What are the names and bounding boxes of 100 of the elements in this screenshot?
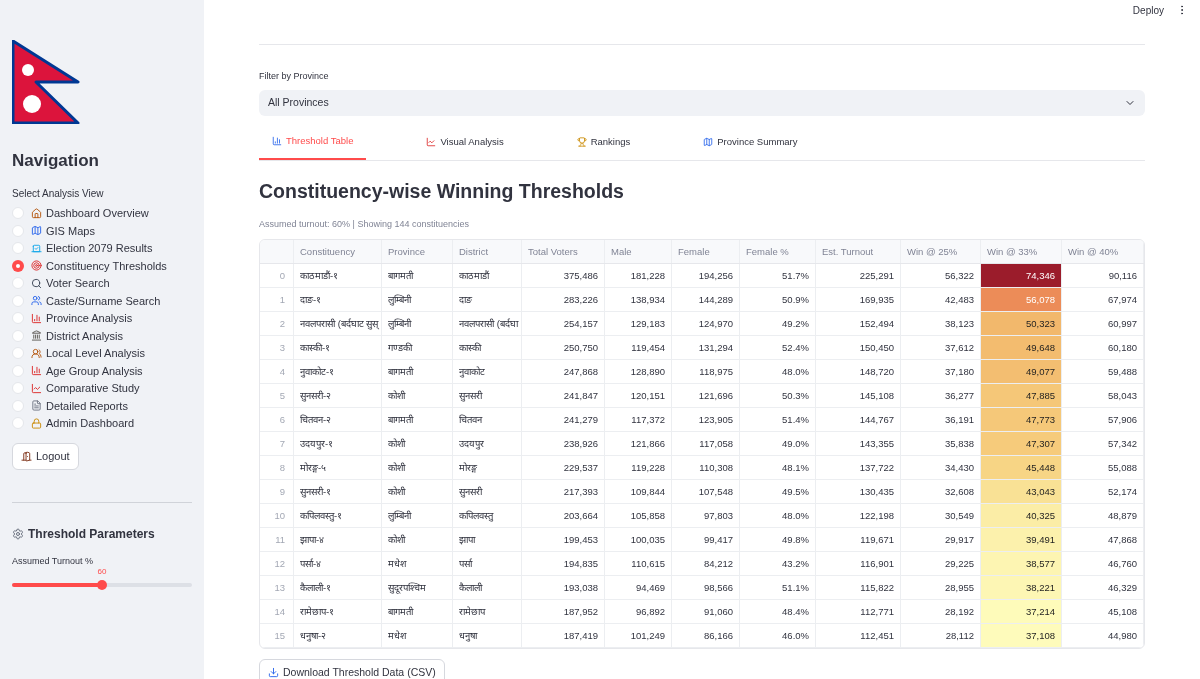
table-cell: 119,454 <box>605 336 672 360</box>
nav-radio-item[interactable]: Age Group Analysis <box>12 362 192 380</box>
table-cell: 119,671 <box>816 528 901 552</box>
table-cell: 52.4% <box>740 336 816 360</box>
nav-radio-item[interactable]: District Analysis <box>12 327 192 345</box>
bar-chart-icon <box>31 312 42 324</box>
table-cell: 152,494 <box>816 312 901 336</box>
column-header[interactable]: Est. Turnout <box>816 240 901 264</box>
nav-label: District Analysis <box>46 328 124 344</box>
deploy-button[interactable]: Deploy <box>1132 2 1164 18</box>
table-cell: 105,858 <box>605 504 672 528</box>
table-cell: मधेश <box>382 624 453 648</box>
province-select[interactable]: All Provinces <box>259 89 1145 116</box>
door-icon <box>21 451 32 462</box>
row-index: 9 <box>260 480 294 504</box>
nav-radio-item[interactable]: Constituency Thresholds <box>12 257 192 275</box>
nav-radio-item[interactable]: Admin Dashboard <box>12 414 192 432</box>
table-cell: झापा <box>453 528 522 552</box>
table-cell: सुनसरी <box>453 480 522 504</box>
table-cell: 47,307 <box>981 432 1062 456</box>
nav-radio-item[interactable]: Election 2079 Results <box>12 239 192 257</box>
table-cell: 47,773 <box>981 408 1062 432</box>
column-header[interactable]: Female % <box>740 240 816 264</box>
table-cell: सुनसरी-१ <box>294 480 382 504</box>
table-cell: 121,866 <box>605 432 672 456</box>
table-cell: झापा-४ <box>294 528 382 552</box>
table-cell: लुम्बिनी <box>382 312 453 336</box>
line-chart-icon <box>31 382 42 394</box>
table-cell: 97,803 <box>672 504 740 528</box>
radio-button[interactable] <box>12 312 24 325</box>
slider-thumb[interactable] <box>97 579 107 590</box>
column-header[interactable]: Total Voters <box>522 240 605 264</box>
tab[interactable]: Visual Analysis <box>413 124 517 160</box>
table-cell: 49.5% <box>740 480 816 504</box>
row-index: 11 <box>260 528 294 552</box>
table-cell: 50.3% <box>740 384 816 408</box>
table-cell: 59,488 <box>1062 360 1144 384</box>
column-header[interactable]: Province <box>382 240 453 264</box>
map-icon <box>31 225 42 237</box>
slider-label: Assumed Turnout % <box>12 555 95 568</box>
tab[interactable]: Rankings <box>563 124 644 160</box>
table-cell: 38,221 <box>981 576 1062 600</box>
radio-button[interactable] <box>12 399 24 412</box>
row-index: 14 <box>260 600 294 624</box>
nav-radio-item[interactable]: GIS Maps <box>12 222 192 240</box>
table-cell: 254,157 <box>522 312 605 336</box>
table-cell: 143,355 <box>816 432 901 456</box>
table-cell: कैलाली-१ <box>294 576 382 600</box>
nav-label: Election 2079 Results <box>46 241 153 256</box>
nav-label: Admin Dashboard <box>46 416 135 431</box>
nav-radio-item[interactable]: Voter Search <box>12 274 192 292</box>
radio-button[interactable] <box>12 294 24 307</box>
table-cell: 58,043 <box>1062 384 1144 408</box>
radio-button[interactable] <box>12 277 24 290</box>
row-index: 15 <box>260 624 294 648</box>
nav-radio-item[interactable]: Province Analysis <box>12 309 192 327</box>
nav-radio-item[interactable]: Dashboard Overview <box>12 204 192 222</box>
radio-button[interactable] <box>12 329 24 342</box>
radio-button[interactable] <box>12 364 24 377</box>
radio-button[interactable] <box>12 224 24 237</box>
nav-radio-item[interactable]: Comparative Study <box>12 379 192 397</box>
column-header[interactable]: Win @ 40% <box>1062 240 1144 264</box>
table-cell: 101,249 <box>605 624 672 648</box>
download-button[interactable]: Download Threshold Data (CSV) <box>259 659 445 679</box>
table-cell: 48.1% <box>740 456 816 480</box>
table-cell: उदयपुर-१ <box>294 432 382 456</box>
nav-label: Detailed Reports <box>46 398 128 414</box>
sidebar-title: Navigation <box>12 150 100 172</box>
table-cell: 51.4% <box>740 408 816 432</box>
radio-button[interactable] <box>12 242 24 255</box>
radio-button[interactable] <box>12 347 24 360</box>
row-index: 5 <box>260 384 294 408</box>
column-header[interactable]: District <box>453 240 522 264</box>
radio-button[interactable] <box>12 417 24 430</box>
table-cell: रामेछाप <box>453 600 522 624</box>
column-header[interactable]: Constituency <box>294 240 382 264</box>
table-cell: उदयपुर <box>453 432 522 456</box>
nav-radio-item[interactable]: Detailed Reports <box>12 397 192 415</box>
radio-button[interactable] <box>12 382 24 395</box>
people-icon <box>31 347 42 359</box>
logout-button[interactable]: Logout <box>12 443 79 470</box>
table-cell: कोशी <box>382 432 453 456</box>
table-cell: 193,038 <box>522 576 605 600</box>
radio-button[interactable] <box>12 207 24 220</box>
column-header[interactable]: Female <box>672 240 740 264</box>
tab[interactable]: Province Summary <box>690 124 811 160</box>
document-icon <box>31 400 42 412</box>
table-cell: 169,935 <box>816 288 901 312</box>
table-cell: 181,228 <box>605 264 672 288</box>
table-cell: 38,577 <box>981 552 1062 576</box>
column-header[interactable]: Win @ 25% <box>901 240 981 264</box>
column-header[interactable]: Male <box>605 240 672 264</box>
nav-radio-item[interactable]: Caste/Surname Search <box>12 292 192 310</box>
table-cell: 55,088 <box>1062 456 1144 480</box>
radio-button[interactable] <box>12 259 24 272</box>
table-cell: 148,720 <box>816 360 901 384</box>
table-cell: सुदूरपश्चिम <box>382 576 453 600</box>
nav-label: Age Group Analysis <box>46 363 143 379</box>
nav-radio-item[interactable]: Local Level Analysis <box>12 344 192 362</box>
column-header[interactable]: Win @ 33% <box>981 240 1062 264</box>
